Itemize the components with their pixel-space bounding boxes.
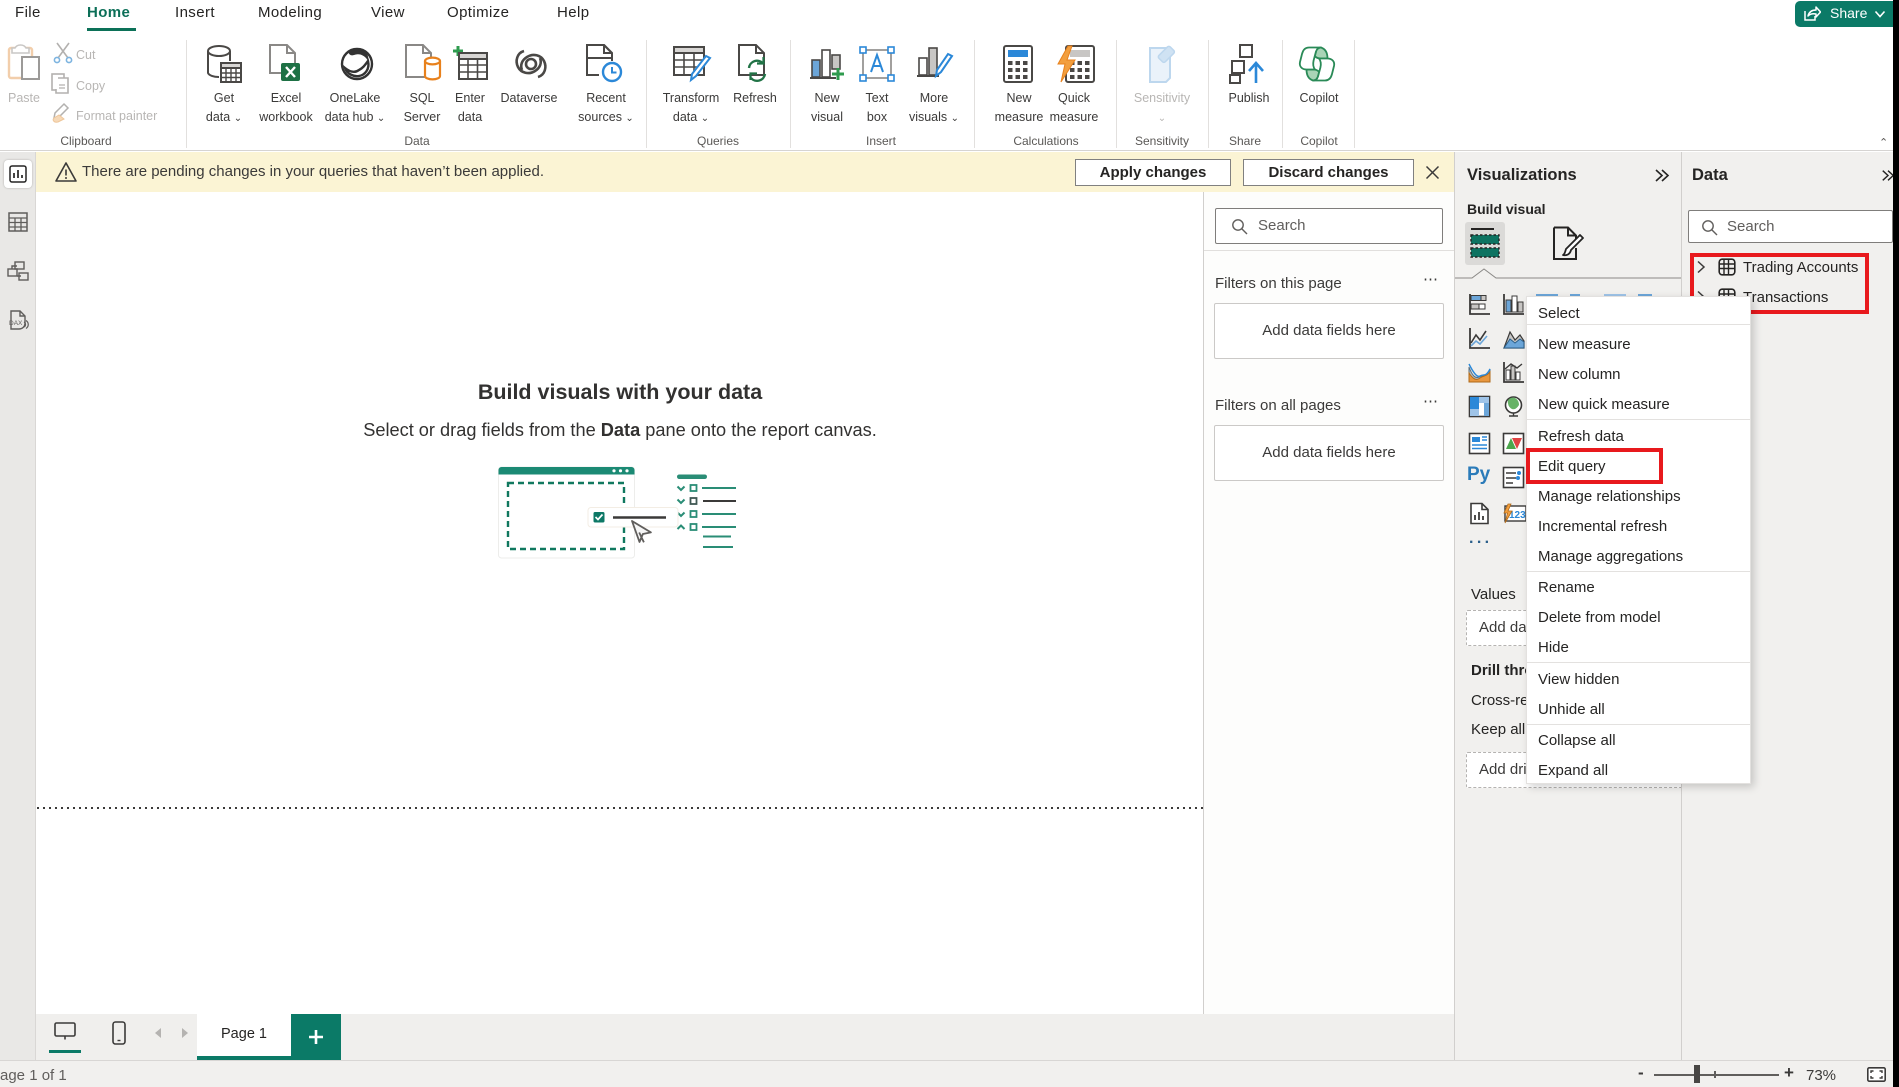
svg-text:DAX: DAX <box>9 320 23 327</box>
